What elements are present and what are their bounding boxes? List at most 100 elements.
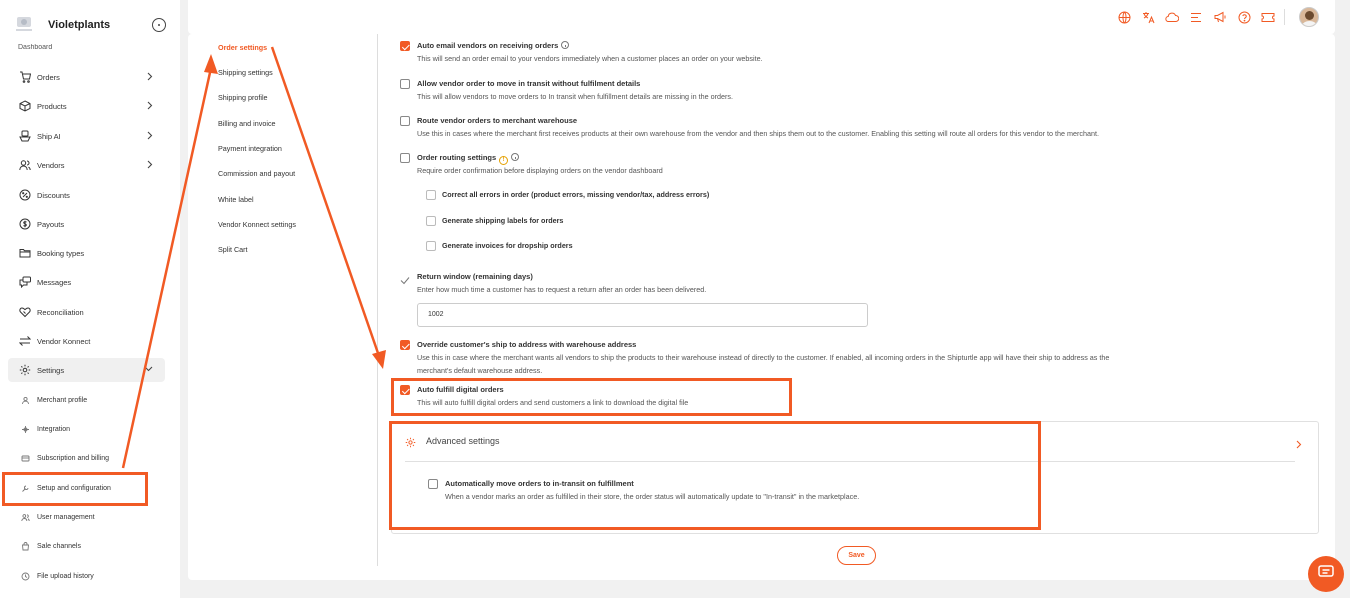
sidebar-subitem-sale-channels[interactable]: Sale channels <box>8 534 165 558</box>
highlight-box-setup <box>2 472 148 506</box>
submenu-item-billing-invoice[interactable]: Billing and invoice <box>218 119 276 128</box>
override-ship-checkbox[interactable] <box>400 340 410 350</box>
sidebar-item-messages[interactable]: Messages <box>8 270 165 294</box>
invoices-checkbox[interactable] <box>426 241 436 251</box>
setting-description: Use this in cases where the merchant fir… <box>417 129 1099 138</box>
submenu-item-order-settings[interactable]: Order settings <box>218 43 267 52</box>
sidebar-item-label: Vendor Konnect <box>37 336 91 346</box>
chevron-right-icon <box>147 72 153 83</box>
submenu-item-vendor-konnect-settings[interactable]: Vendor Konnect settings <box>218 220 296 229</box>
sidebar-item-label: Merchant profile <box>37 396 88 404</box>
auto-email-checkbox[interactable] <box>400 41 410 51</box>
sidebar-item-label: Discounts <box>37 190 70 200</box>
globe-icon[interactable] <box>1116 9 1132 25</box>
info-icon[interactable] <box>561 41 570 49</box>
info-icon[interactable] <box>511 153 520 161</box>
allow-transit-checkbox[interactable] <box>400 79 410 89</box>
premium-icon: ! <box>499 156 509 165</box>
setting-title: Override customer's ship to address with… <box>417 340 637 349</box>
return-window-input[interactable]: 1002 <box>417 303 868 327</box>
sub-setting-label: Correct all errors in order (product err… <box>442 190 710 199</box>
highlight-box-advanced <box>389 421 1041 530</box>
setting-description: Enter how much time a customer has to re… <box>417 285 707 294</box>
sidebar-item-label: Sale channels <box>37 542 81 550</box>
sidebar-item-dashboard-partial[interactable]: Dashboard <box>18 44 52 52</box>
users-icon <box>20 512 30 522</box>
setting-description: Use this in case where the merchant want… <box>417 353 1110 362</box>
sub-setting-label: Generate shipping labels for orders <box>442 216 564 225</box>
setting-title: Return window (remaining days) <box>417 272 533 281</box>
setting-title: Order routing settings <box>417 153 497 162</box>
chevron-right-icon[interactable] <box>1296 436 1302 454</box>
submenu-item-white-label[interactable]: White label <box>218 195 254 204</box>
ship-icon <box>18 129 32 143</box>
chat-button[interactable] <box>1308 556 1344 592</box>
translate-icon[interactable] <box>1140 9 1156 25</box>
order-routing-checkbox[interactable] <box>400 153 410 163</box>
merchant-profile-icon <box>20 395 30 405</box>
integration-icon <box>20 424 30 434</box>
sidebar-subitem-merchant-profile[interactable]: Merchant profile <box>8 388 165 412</box>
submenu-item-shipping-profile[interactable]: Shipping profile <box>218 93 268 102</box>
sidebar-item-booking-types[interactable]: Booking types <box>8 241 165 265</box>
vendors-icon <box>18 158 32 172</box>
sidebar-item-label: Products <box>37 101 67 111</box>
avatar[interactable] <box>1299 7 1319 27</box>
cloud-icon[interactable] <box>1164 9 1180 25</box>
correct-errors-checkbox[interactable] <box>426 190 436 200</box>
sidebar-item-discounts[interactable]: Discounts <box>8 183 165 207</box>
sidebar-item-reconciliation[interactable]: Reconciliation <box>8 300 165 324</box>
submenu-divider <box>377 34 378 566</box>
sidebar-item-label: Ship AI <box>37 131 61 141</box>
top-bar <box>188 0 1335 34</box>
messages-icon <box>18 275 32 289</box>
help-icon[interactable] <box>1236 9 1252 25</box>
handshake-icon <box>18 305 32 319</box>
brand: Violetplants <box>14 14 174 36</box>
sidebar-subitem-user-management[interactable]: User management <box>8 505 165 529</box>
store-info-icon[interactable] <box>152 18 166 32</box>
sidebar-item-label: Integration <box>37 425 71 433</box>
sidebar-subitem-subscription-billing[interactable]: Subscription and billing <box>8 446 165 470</box>
menu-lines-icon[interactable] <box>1188 9 1204 25</box>
megaphone-icon[interactable] <box>1212 9 1228 25</box>
sidebar-item-products[interactable]: Products <box>8 94 165 118</box>
chevron-right-icon <box>147 101 153 112</box>
folder-icon <box>18 246 32 260</box>
submenu-item-split-cart[interactable]: Split Cart <box>218 245 248 254</box>
setting-title: Auto email vendors on receiving orders <box>417 41 559 50</box>
sidebar-item-label: Messages <box>37 277 72 287</box>
sidebar-item-vendor-konnect[interactable]: Vendor Konnect <box>8 329 165 353</box>
submenu-item-shipping-settings[interactable]: Shipping settings <box>218 68 273 77</box>
submenu-item-payment-integration[interactable]: Payment integration <box>218 144 282 153</box>
save-button[interactable]: Save <box>837 546 876 565</box>
sidebar-item-label: Vendors <box>37 160 65 170</box>
sidebar-item-payouts[interactable]: Payouts <box>8 212 165 236</box>
highlight-box-auto-fulfill <box>391 378 792 416</box>
ticket-icon[interactable] <box>1260 9 1276 25</box>
sidebar-item-label: Orders <box>37 72 60 82</box>
setting-description: Require order confirmation before displa… <box>417 166 663 175</box>
sidebar-item-orders[interactable]: Orders <box>8 65 165 89</box>
setting-title: Route vendor orders to merchant warehous… <box>417 116 578 125</box>
transfer-icon <box>18 334 32 348</box>
route-warehouse-checkbox[interactable] <box>400 116 410 126</box>
sidebar-item-ship-ai[interactable]: Ship AI <box>8 124 165 148</box>
check-icon <box>400 272 410 290</box>
sidebar-item-settings[interactable]: Settings <box>8 358 165 382</box>
store-name: Violetplants <box>48 19 111 31</box>
setting-description-line2: merchant's default warehouse address. <box>417 366 543 375</box>
setting-description: This will send an order email to your ve… <box>417 54 763 63</box>
top-bar-icons <box>1116 7 1319 27</box>
sidebar-item-label: Subscription and billing <box>37 454 109 462</box>
sidebar: Violetplants Dashboard Orders Products S… <box>0 0 180 598</box>
sidebar-subitem-file-upload-history[interactable]: File upload history <box>8 564 165 588</box>
history-icon <box>20 571 30 581</box>
sidebar-item-vendors[interactable]: Vendors <box>8 153 165 177</box>
shipping-labels-checkbox[interactable] <box>426 216 436 226</box>
chevron-right-icon <box>147 160 153 171</box>
sidebar-item-label: Payouts <box>37 219 65 229</box>
submenu-item-commission-payout[interactable]: Commission and payout <box>218 169 295 178</box>
sidebar-subitem-integration[interactable]: Integration <box>8 417 165 441</box>
sidebar-item-label: File upload history <box>37 572 94 580</box>
